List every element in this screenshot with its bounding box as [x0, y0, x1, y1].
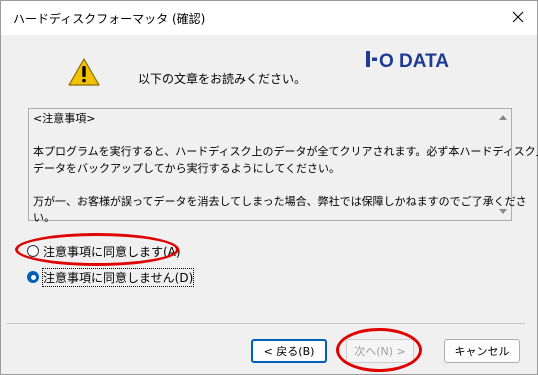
title-bar[interactable]: ハードディスクフォーマッタ (確認): [1, 1, 537, 35]
scroll-down-icon[interactable]: [499, 209, 507, 214]
notice-text: <注意事項> 本プログラムを実行すると、ハードディスク上のデータが全てクリアされ…: [33, 111, 538, 227]
disagree-radio-label: 注意事項に同意しません(D): [41, 267, 195, 287]
dialog-window: ハードディスクフォーマッタ (確認) 以下の文章をお読みください。 O DATA…: [0, 0, 538, 375]
next-button[interactable]: 次へ(N) >: [346, 339, 414, 363]
window-title: ハードディスクフォーマッタ (確認): [13, 12, 206, 26]
disagree-radio-button[interactable]: [27, 271, 39, 283]
notice-line: データをバックアップしてから実行するようにしてください。: [33, 161, 341, 175]
warning-icon: [68, 58, 100, 86]
divider: [7, 323, 525, 324]
agree-radio-option[interactable]: 注意事項に同意します(A): [27, 242, 181, 260]
back-button[interactable]: < 戻る(B): [251, 339, 327, 363]
iodata-logo: O DATA: [366, 51, 449, 71]
notice-line: 本プログラムを実行すると、ハードディスク上のデータが全てクリアされます。必ず本ハ…: [33, 145, 538, 158]
svg-text:O DATA: O DATA: [379, 51, 449, 71]
notice-line: い。: [33, 211, 55, 224]
vertical-scrollbar[interactable]: [495, 109, 511, 220]
disagree-radio-option[interactable]: 注意事項に同意しません(D): [27, 267, 195, 287]
close-button[interactable]: [505, 5, 531, 29]
notice-line: <注意事項>: [33, 112, 96, 125]
cancel-button[interactable]: キャンセル: [444, 339, 520, 363]
notice-text-box[interactable]: <注意事項> 本プログラムを実行すると、ハードディスク上のデータが全てクリアされ…: [28, 108, 538, 224]
instruction-text: 以下の文章をお読みください。: [138, 72, 307, 86]
agree-radio-button[interactable]: [27, 245, 39, 257]
notice-line: 万が一、お客様が誤ってデータを消去してしまった場合、弊社では保障しかねますのでご…: [33, 194, 527, 208]
scroll-up-icon[interactable]: [499, 115, 507, 120]
close-icon: [512, 11, 524, 23]
agree-radio-label: 注意事項に同意します(A): [43, 244, 181, 259]
